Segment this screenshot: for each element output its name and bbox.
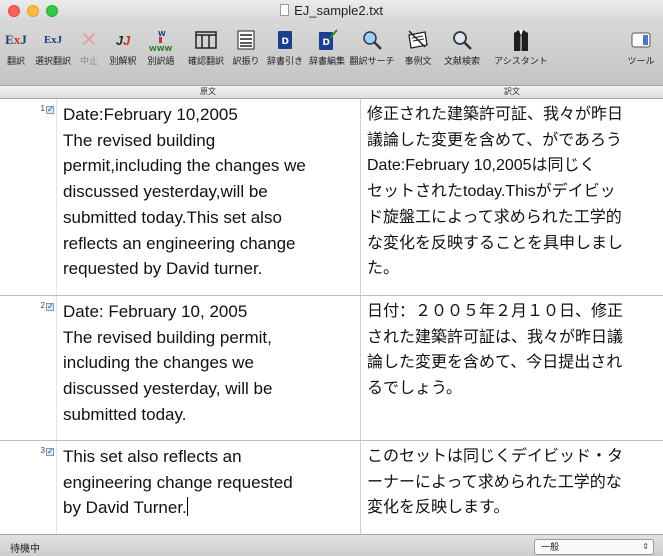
- text-cursor: [186, 497, 188, 517]
- dictionary-lookup-button[interactable]: D 辞書引き: [266, 28, 304, 67]
- row-checkbox[interactable]: ✓: [46, 303, 54, 311]
- window-title: EJ_sample2.txt: [0, 0, 663, 22]
- source-text[interactable]: Date: February 10, 2005 The revised buil…: [63, 299, 353, 428]
- source-text[interactable]: This set also reflects an engineering ch…: [63, 444, 353, 521]
- source-text[interactable]: Date:February 10,2005 The revised buildi…: [63, 102, 353, 282]
- svg-text:D: D: [323, 38, 330, 48]
- status-bar: 待機中 一般 ⇕: [0, 534, 663, 556]
- exj-select-translate-icon: ExJ: [43, 34, 63, 46]
- dictionary-lookup-icon: D: [272, 28, 298, 52]
- literature-search-icon: [449, 28, 475, 52]
- alt-interpretation-button[interactable]: JJ 別解釈: [106, 28, 140, 67]
- row-number: 3 ✓: [40, 446, 54, 456]
- source-column-header[interactable]: 原文: [56, 86, 360, 98]
- status-text: 待機中: [10, 544, 40, 555]
- alt-term-www-icon: W WWW: [148, 28, 174, 52]
- example-sentence-icon: [405, 28, 431, 52]
- sentence-row-1[interactable]: 1 ✓ Date:February 10,2005 The revised bui…: [0, 99, 663, 296]
- interlinear-button[interactable]: 訳振り: [232, 28, 260, 67]
- dictionary-edit-button[interactable]: D 辞書編集: [308, 28, 346, 67]
- confirm-translate-icon: [193, 28, 219, 52]
- target-column-header[interactable]: 訳文: [361, 86, 663, 98]
- translate-search-button[interactable]: 翻訳サーチ: [348, 28, 396, 67]
- tools-button[interactable]: ツール: [624, 28, 658, 67]
- row-number: 2 ✓: [40, 301, 54, 311]
- svg-text:W: W: [158, 30, 166, 38]
- toolbar: ExJ 翻訳 ExJ 選択翻訳 ✕ 中止 JJ 別解釈 W WWW 別訳語 確認翻…: [0, 22, 663, 109]
- sentence-row-2[interactable]: 2 ✓ Date: February 10, 2005 The revised b…: [0, 296, 663, 441]
- stop-x-icon: ✕: [79, 27, 99, 52]
- svg-text:WWW: WWW: [149, 45, 172, 52]
- literature-search-button[interactable]: 文献検索: [440, 28, 484, 67]
- select-translate-button[interactable]: ExJ 選択翻訳: [33, 28, 73, 67]
- column-header-row: 原文 訳文: [0, 86, 663, 99]
- translate-button[interactable]: ExJ 翻訳: [3, 28, 29, 67]
- title-bar: EJ_sample2.txt: [0, 0, 663, 22]
- alt-term-button[interactable]: W WWW 別訳語: [144, 28, 178, 67]
- confirm-translate-button[interactable]: 確認翻訳: [184, 28, 228, 67]
- tools-icon: [628, 28, 654, 52]
- target-text[interactable]: 日付：２００５年２月１０日、修正 された建築許可証は、我々が昨日議 論した変更を…: [367, 299, 661, 402]
- stop-button[interactable]: ✕ 中止: [76, 27, 102, 67]
- assistant-button[interactable]: アシスタント: [490, 28, 552, 67]
- translate-search-icon: [359, 28, 385, 52]
- example-sentence-button[interactable]: 事例文: [400, 28, 436, 67]
- alt-interpretation-icon: JJ: [115, 32, 131, 48]
- row-number: 1 ✓: [40, 104, 54, 114]
- dictionary-edit-icon: D: [314, 28, 340, 52]
- document-icon: [280, 4, 290, 16]
- target-text[interactable]: このセットは同じくデイビッド・タ ーナーによって求められた工学的な 変化を反映し…: [367, 444, 661, 521]
- svg-text:D: D: [282, 37, 289, 47]
- assistant-tuxedo-icon: [508, 28, 534, 52]
- dictionary-select[interactable]: 一般 ⇕: [534, 539, 654, 555]
- interlinear-icon: [233, 28, 259, 52]
- target-text[interactable]: 修正された建築許可証、我々が昨日 議論した変更を含めて、がであろう Date:F…: [367, 102, 661, 282]
- sentence-row-3[interactable]: 3 ✓ This set also reflects an engineering…: [0, 441, 663, 534]
- row-checkbox[interactable]: ✓: [46, 106, 54, 114]
- updown-arrow-icon: ⇕: [642, 542, 649, 551]
- exj-translate-icon: ExJ: [5, 32, 27, 47]
- row-checkbox[interactable]: ✓: [46, 448, 54, 456]
